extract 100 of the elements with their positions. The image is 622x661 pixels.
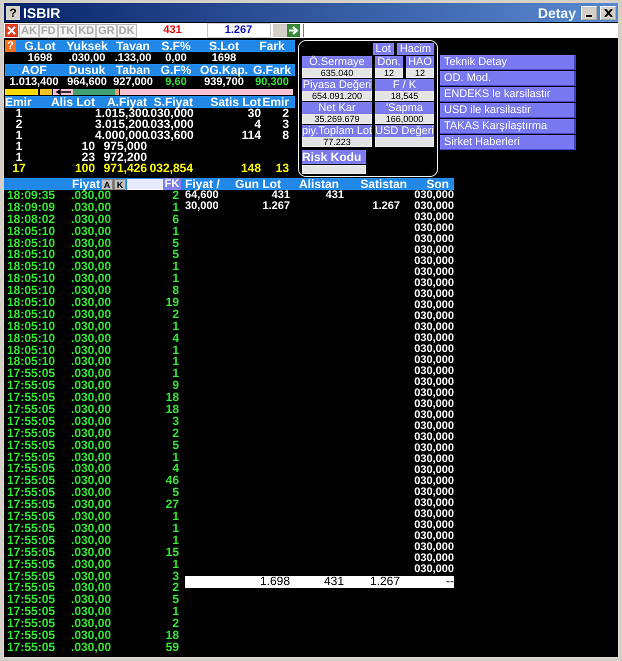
table-cell-text: 030,000 (413, 344, 454, 355)
help-button[interactable]: ? (6, 6, 20, 20)
filter-button[interactable]: FK (163, 178, 181, 190)
table-cell-text: 30,000 (185, 201, 220, 212)
table-cell-text: 2 (14, 119, 24, 130)
field-label: Ö.Sermaye (302, 56, 372, 68)
trade-time: 18:08:02 (6, 214, 56, 226)
trade-price: .030,00 (70, 238, 112, 250)
table-cell: .033,000 (147, 119, 193, 130)
trade-price: .030,00 (70, 428, 112, 440)
trade-time: 17:55:05 (6, 618, 56, 630)
column-header: G.F% (160, 64, 192, 76)
trade-time: 17:55:05 (6, 522, 56, 535)
trade-time: 18:09:35 (6, 190, 56, 202)
table-cell-text: 030,000 (413, 443, 454, 454)
table-cell-text: 2 (281, 108, 289, 119)
window-subtitle: Detay (538, 4, 576, 20)
trade-time: 17:55:05 (6, 380, 56, 392)
column-header: S.Fiyat (154, 96, 193, 108)
trade-price: .030,00 (70, 594, 112, 606)
trade-lot: 5 (171, 249, 179, 262)
sort-button[interactable]: K (114, 178, 126, 190)
trade-time: 17:55:05 (6, 487, 56, 500)
menu-item[interactable]: Teknik Detay (440, 55, 576, 70)
trade-lot: 4 (171, 332, 179, 345)
trade-time: 18:05:10 (6, 344, 56, 356)
table-cell-text: 030,000 (413, 520, 454, 531)
table-cell-text: .030,00 (68, 52, 106, 64)
menu-item[interactable]: USD ile karsilastir (440, 103, 576, 118)
table-cell-text: 030,000 (413, 421, 454, 432)
buy-count: 431 (162, 24, 183, 37)
trade-price: .030,00 (70, 522, 112, 535)
trade-time: 17:55:05 (6, 511, 56, 523)
close-icon[interactable] (5, 24, 18, 37)
menu-item[interactable]: OD. Mod. (440, 71, 576, 86)
trade-price: .030,00 (70, 356, 112, 368)
table-cell-text: 030,000 (413, 311, 454, 322)
trade-price: .030,00 (70, 273, 112, 286)
trade-price: .030,00 (70, 320, 112, 333)
table-cell-text: 964,600 (66, 76, 108, 88)
trade-price: .030,00 (70, 308, 112, 321)
trade-time: 18:05:10 (6, 226, 56, 238)
field-value: 18,545 (375, 91, 434, 101)
menu-item[interactable]: TAKAS Karşılaştırma (440, 119, 576, 134)
column-header: A.Fiyat (106, 96, 147, 108)
table-cell-text: 030,000 (413, 399, 454, 410)
column-header: Dusuk (68, 64, 106, 76)
field-value: 12 (406, 68, 434, 78)
field-value: 12 (375, 68, 403, 78)
column-header: Tavan (115, 40, 151, 52)
trade-lot: 5 (171, 594, 179, 606)
trade-price: .030,00 (70, 202, 112, 214)
menu-item[interactable]: Sirket Haberleri (440, 135, 576, 150)
column-header: S.F% (160, 40, 192, 52)
table-cell: .030,000 (147, 108, 193, 119)
arrow-icon[interactable] (286, 24, 300, 37)
field-value: 77.223 (302, 137, 372, 147)
trade-time: 17:55:05 (6, 534, 56, 547)
column-header: Fiyat (70, 177, 100, 191)
table-cell-text: 3 (281, 119, 289, 130)
trade-lot: 1 (171, 356, 179, 368)
trade-price: .030,00 (70, 380, 112, 392)
table-cell-text: 030,000 (413, 531, 454, 542)
field-value: 166,0000 (375, 114, 434, 124)
toggle-button[interactable]: Lot (372, 43, 394, 55)
menu-item[interactable]: ENDEKS le karsilastir (440, 87, 576, 102)
table-cell-text: 030,000 (413, 223, 454, 234)
trade-lot: 1 (171, 368, 179, 380)
trade-time: 17:55:05 (6, 546, 56, 559)
field-label: piy.Toplam Lot (302, 125, 372, 137)
sell-count: 1.267 (206, 23, 271, 38)
trade-lot: 46 (164, 475, 179, 488)
help-button[interactable]: ? (5, 40, 16, 52)
trade-time: 17:55:05 (6, 404, 56, 416)
trade-lot: 1 (171, 558, 179, 570)
toggle-button[interactable]: Hacim (396, 43, 434, 55)
minimize-button[interactable] (581, 6, 597, 20)
table-cell-text: 030,000 (413, 267, 454, 278)
table-cell-text: 431 (324, 190, 344, 201)
total-cell-text: 100 (74, 163, 95, 174)
trade-price: .030,00 (70, 511, 112, 523)
sort-button[interactable]: A (101, 178, 113, 190)
table-cell-text: 4 (254, 119, 261, 130)
close-button[interactable] (600, 6, 616, 20)
table-cell-text: 64,600 (185, 190, 220, 201)
trade-price: .030,00 (70, 570, 112, 582)
table-cell-text: 0,00 (164, 52, 188, 64)
trade-time: 17:55:05 (6, 475, 56, 488)
total-cell-text: 431 (322, 576, 344, 588)
trade-price: .030,00 (70, 642, 112, 654)
minimize-icon (586, 14, 592, 16)
column-header: Taban (114, 64, 152, 76)
filter-field[interactable] (127, 178, 163, 190)
column-header: OG.Kap. (198, 64, 249, 76)
trade-lot: 18 (164, 404, 179, 416)
column-header: Satistan (359, 177, 407, 191)
trade-time: 18:09:09 (6, 202, 56, 214)
table-cell-text: 030,000 (413, 487, 454, 498)
trade-price: .030,00 (70, 558, 112, 570)
total-cell-text: 13 (274, 163, 289, 174)
